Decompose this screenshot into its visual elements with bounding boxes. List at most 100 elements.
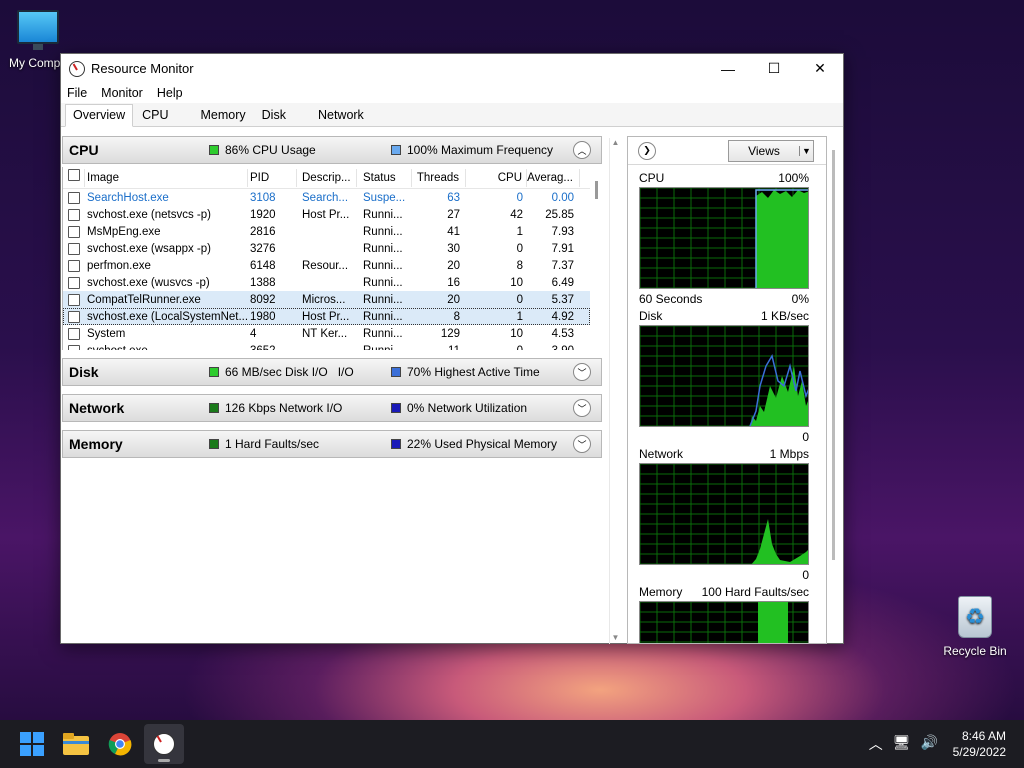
menu-monitor[interactable]: Monitor [101,86,143,100]
desktop-icon-recycle-bin[interactable]: ♻ Recycle Bin [937,596,1013,658]
chevron-down-icon[interactable]: ﹀ [573,363,591,381]
windows-logo-icon [20,732,44,756]
cell-status: Runni... [363,259,403,272]
cell-cpu: 1 [516,310,523,323]
cell-status: Runni... [357,345,412,351]
cell-status: Runni... [363,225,403,238]
cpu-usage-swatch [209,145,219,155]
cell-status: Runni... [363,327,403,340]
chevron-right-icon[interactable]: ❯ [638,141,656,160]
tab-overview[interactable]: Overview [65,104,134,127]
table-row[interactable]: svchost.exe (netsvcs -p) 1920 Host Pr... Ru… [63,206,590,223]
graphs-scrollbar[interactable] [829,144,837,564]
column-threads[interactable]: Threads [412,168,466,187]
row-checkbox[interactable] [68,191,80,204]
row-checkbox[interactable] [68,276,80,289]
cell-avg: 5.37 [551,293,574,306]
tab-cpu[interactable]: CPU [135,105,175,126]
row-checkbox[interactable] [68,310,80,323]
disk-graph-label: Disk 1 KB/sec [639,309,809,323]
table-header: Image PID Descrip... Status Threads CPU … [63,167,590,189]
disk-io-text: 66 MB/sec Disk I/O [225,365,328,379]
column-status[interactable]: Status [357,168,412,187]
close-button[interactable]: ✕ [797,54,843,83]
row-checkbox[interactable] [68,208,80,221]
cell-status: Runni... [363,208,403,221]
cell-status: Runni... [363,276,403,289]
table-row[interactable]: svchost.exe (wsappx -p) 3276 Runni... 30 0 7.… [63,240,590,257]
clock[interactable]: 8:46 AM 5/29/2022 [953,728,1006,760]
max-frequency-text: 100% Maximum Frequency [407,143,554,157]
row-checkbox[interactable] [68,242,80,255]
table-row[interactable]: SearchHost.exe 3108 Search... Suspe... 63 0 0.… [63,189,590,206]
cell-status: Runni... [363,242,403,255]
cell-pid: 3108 [250,191,276,204]
cell-image: perfmon.exe [87,259,151,272]
tab-network[interactable]: Network [311,105,371,126]
hard-faults-swatch [209,439,219,449]
select-all-checkbox[interactable] [67,168,80,181]
clock-date: 5/29/2022 [952,745,1006,759]
cell-image: svchost.exe [85,345,248,351]
table-row[interactable]: System 4 NT Ker... Runni... 129 10 4.53 [63,325,590,342]
row-checkbox[interactable] [68,259,80,272]
start-button[interactable] [12,724,52,764]
disk-graph-footer: 0 [639,430,809,444]
row-checkbox[interactable] [68,225,80,238]
recycle-bin-icon: ♻ [958,596,992,638]
title-bar[interactable]: Resource Monitor — ☐ ✕ [61,54,843,83]
cell-image: svchost.exe (LocalSystemNet... [87,310,248,323]
table-row[interactable]: MsMpEng.exe 2816 Runni... 41 1 7.93 [63,223,590,240]
column-image[interactable]: Image [85,168,248,187]
cell-cpu: 0 [516,191,523,204]
active-time-swatch [391,367,401,377]
cell-cpu: 0 [516,242,523,255]
cpu-graph [639,187,809,289]
menu-help[interactable]: Help [157,86,183,100]
table-row[interactable]: perfmon.exe 6148 Resour... Runni... 20 8 7.37 [63,257,590,274]
column-pid[interactable]: PID [248,168,297,187]
cell-image: SearchHost.exe [87,191,169,204]
column-description[interactable]: Descrip... [297,168,357,187]
network-io-swatch [209,403,219,413]
table-row[interactable]: svchost.exe3652 Runni...1103.90 [63,342,590,350]
show-hidden-icons-icon[interactable]: ︿ [869,734,883,754]
chevron-down-icon[interactable]: ﹀ [573,435,591,453]
table-scrollbar[interactable] [591,167,603,350]
disk-section-header[interactable]: Disk 66 MB/sec Disk I/O I/O 70% Highest A… [62,358,602,386]
table-row[interactable]: svchost.exe (LocalSystemNet... 1980 Host P… [63,308,590,325]
table-row[interactable]: svchost.exe (wusvcs -p) 1388 Runni... 16 10 6… [63,274,590,291]
minimize-button[interactable]: — [705,54,751,83]
resource-monitor-taskbar-button[interactable] [144,724,184,764]
dropdown-arrow-icon: ▼ [799,145,813,156]
maximize-button[interactable]: ☐ [751,54,797,83]
row-checkbox[interactable] [68,344,80,350]
chevron-down-icon[interactable]: ﹀ [573,399,591,417]
volume-icon[interactable]: 🔊 [921,734,938,754]
chevron-up-icon[interactable]: ︿ [573,141,591,159]
cell-avg: 0.00 [551,191,574,204]
cell-status: Suspe... [363,191,406,204]
file-explorer-button[interactable] [56,724,96,764]
row-checkbox[interactable] [68,327,80,340]
tab-disk[interactable]: Disk [255,105,293,126]
network-section-header[interactable]: Network 126 Kbps Network I/O 0% Network … [62,394,602,422]
views-dropdown[interactable]: Views ▼ [728,139,814,162]
cpu-section-header[interactable]: CPU 86% CPU Usage 100% Maximum Frequency… [62,136,602,164]
left-panel-scrollbar[interactable]: ▲ ▼ [609,138,621,644]
cell-threads: 20 [447,293,460,306]
table-row[interactable]: CompatTelRunner.exe 8092 Micros... Runni...… [63,291,590,308]
cell-pid: 1920 [250,208,276,221]
memory-section-header[interactable]: Memory 1 Hard Faults/sec 22% Used Physic… [62,430,602,458]
row-checkbox[interactable] [68,293,80,306]
column-average[interactable]: Averag... [527,168,580,187]
column-cpu[interactable]: CPU [466,168,527,187]
chrome-button[interactable] [100,724,140,764]
tab-memory[interactable]: Memory [194,105,253,126]
cpu-usage-trace [756,190,808,288]
menu-file[interactable]: File [67,86,87,100]
window-title: Resource Monitor [91,61,194,76]
network-icon[interactable]: 🖥 [893,734,911,754]
cell-avg: 7.93 [551,225,574,238]
menu-bar: File Monitor Help [61,83,843,103]
